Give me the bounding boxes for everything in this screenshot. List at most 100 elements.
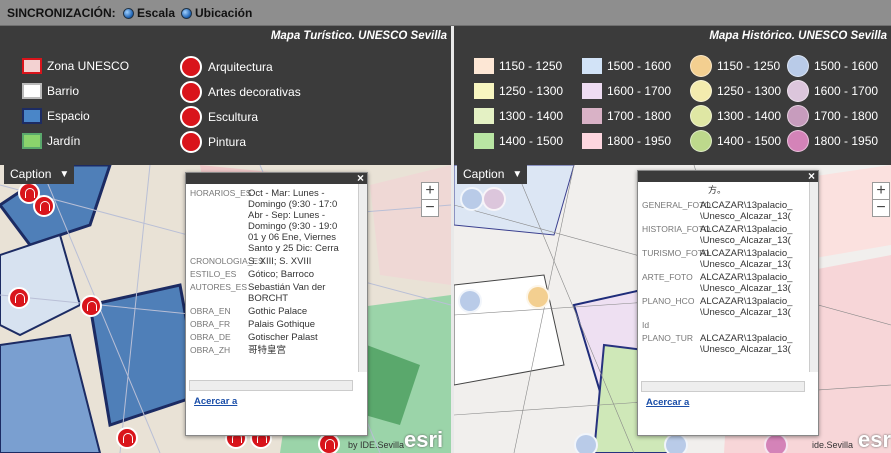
- zoom-out-button[interactable]: −: [421, 199, 439, 217]
- caption-label: Caption: [10, 167, 52, 181]
- period-circle-icon: [787, 130, 809, 152]
- popup-key: HORARIOS_ES: [190, 188, 252, 198]
- zoom-to-link[interactable]: Acercar a: [194, 396, 237, 407]
- popup-row: GENERAL_FOTO ALCAZAR\13palacio_ \Unesco_A…: [638, 199, 810, 223]
- sync-option-escala[interactable]: Escala: [123, 6, 175, 20]
- popup-row: HISTORIA_FOTO ALCAZAR\13palacio_ \Unesco_…: [638, 223, 810, 247]
- zoom-in-button[interactable]: +: [421, 182, 439, 200]
- arch-icon: [180, 56, 202, 78]
- historic-marker[interactable]: [764, 433, 788, 453]
- legend-item: 1500 - 1600: [787, 55, 878, 77]
- popup-key: Id: [642, 320, 650, 330]
- caption-toggle[interactable]: Caption ▼: [457, 164, 527, 184]
- historic-marker[interactable]: [482, 187, 506, 211]
- popup-value: Sebastián Van der BORCHT: [248, 282, 326, 304]
- popup-row: OBRA_EN Gothic Palace: [186, 305, 358, 318]
- popup-scrollbar[interactable]: [358, 184, 367, 372]
- painting-marker[interactable]: [33, 195, 55, 217]
- sync-option-ubicacion[interactable]: Ubicación: [181, 6, 252, 20]
- period-circle-icon: [787, 105, 809, 127]
- legend-item: 1600 - 1700: [787, 80, 878, 102]
- popup-hscrollbar[interactable]: [641, 381, 805, 392]
- decorative-arts-marker[interactable]: [8, 287, 30, 309]
- period-swatch: [582, 108, 602, 124]
- zoom-in-button[interactable]: +: [872, 182, 890, 200]
- period-swatch: [474, 58, 494, 74]
- radio-icon: [181, 7, 192, 19]
- historic-marker[interactable]: [458, 289, 482, 313]
- period-circle-icon: [787, 55, 809, 77]
- legend-label: Pintura: [208, 135, 247, 149]
- popup-value: Gotischer Palast: [248, 332, 318, 343]
- period-circle-icon: [690, 80, 712, 102]
- historic-marker[interactable]: [460, 187, 484, 211]
- historic-marker[interactable]: [574, 433, 598, 453]
- popup-scrollbar[interactable]: [809, 182, 818, 372]
- popup-row: ARTE_FOTO ALCAZAR\13palacio_ \Unesco_Alca…: [638, 271, 810, 295]
- popup-value: S. XIII; S. XVIII: [248, 256, 312, 267]
- popup-row: Id: [638, 319, 810, 332]
- legend-item: 1400 - 1500: [690, 130, 781, 152]
- legend-label: Jardín: [47, 134, 81, 148]
- historic-marker[interactable]: [526, 285, 550, 309]
- legend-item: 1150 - 1250: [690, 55, 780, 77]
- legend-label: Arquitectura: [208, 60, 273, 74]
- close-icon[interactable]: ×: [357, 171, 364, 185]
- popup-key: GENERAL_FOTO: [642, 200, 711, 210]
- popup-header: ×: [186, 171, 367, 185]
- close-icon[interactable]: ×: [808, 169, 815, 183]
- legend-item: 1400 - 1500: [474, 133, 563, 149]
- historic-marker[interactable]: [664, 433, 688, 453]
- popup-row: HORARIOS_ES Oct - Mar: Lunes - Domingo (9…: [186, 187, 358, 255]
- architecture-marker[interactable]: [318, 433, 340, 453]
- popup-key: OBRA_ZH: [190, 345, 231, 355]
- architecture-marker[interactable]: [80, 295, 102, 317]
- popup-key: OBRA_DE: [190, 332, 231, 342]
- legend-item: 1300 - 1400: [690, 105, 781, 127]
- popup-top-text: 方。: [708, 185, 727, 195]
- legend-label: 1800 - 1950: [607, 134, 672, 148]
- historic-legend: Mapa Histórico. UNESCO Sevilla 1150 - 12…: [454, 26, 891, 165]
- sync-bar: SINCRONIZACIÓN: Escala Ubicación: [0, 0, 891, 26]
- period-swatch: [582, 83, 602, 99]
- legend-label: 1300 - 1400: [499, 109, 564, 123]
- popup-key: HISTORIA_FOTO: [642, 224, 711, 234]
- zoom-to-link[interactable]: Acercar a: [646, 397, 689, 408]
- legend-item: Jardín: [22, 133, 80, 149]
- caption-toggle[interactable]: Caption ▼: [4, 164, 74, 184]
- popup-row: ESTILO_ES Gótico; Barroco: [186, 268, 358, 281]
- legend-label: 1250 - 1300: [717, 84, 782, 98]
- sync-option-label: Ubicación: [195, 6, 253, 20]
- legend-label: 1500 - 1600: [607, 59, 672, 73]
- legend-label: Espacio: [47, 109, 90, 123]
- attribution: ide.Sevilla: [812, 440, 854, 450]
- popup-row: OBRA_FR Palais Gothique: [186, 318, 358, 331]
- popup-value: Gótico; Barroco: [248, 269, 314, 280]
- popup-value: ALCAZAR\13palacio_ \Unesco_Alcazar_13(: [700, 272, 793, 294]
- sync-title: SINCRONIZACIÓN:: [7, 6, 116, 20]
- zoom-out-button[interactable]: −: [872, 199, 890, 217]
- legend-label: Zona UNESCO: [47, 59, 130, 73]
- popup-key: PLANO_HCO: [642, 296, 695, 306]
- popup-value: Palais Gothique: [248, 319, 316, 330]
- legend-item: 1800 - 1950: [787, 130, 878, 152]
- popup-value: ALCAZAR\13palacio_ \Unesco_Alcazar_13(: [700, 200, 793, 222]
- legend-label: 1400 - 1500: [499, 134, 564, 148]
- period-circle-icon: [690, 105, 712, 127]
- legend-item: 1800 - 1950: [582, 133, 671, 149]
- period-swatch: [582, 58, 602, 74]
- popup-hscrollbar[interactable]: [189, 380, 353, 391]
- period-circle-icon: [690, 55, 712, 77]
- popup-row: OBRA_DE Gotischer Palast: [186, 331, 358, 344]
- legend-label: 1500 - 1600: [814, 59, 879, 73]
- legend-label: Barrio: [47, 84, 80, 98]
- triangle-down-icon: ▼: [512, 168, 523, 180]
- legend-item: 1300 - 1400: [474, 108, 563, 124]
- architecture-marker[interactable]: [116, 427, 138, 449]
- period-circle-icon: [787, 80, 809, 102]
- radio-icon: [123, 7, 134, 19]
- sync-option-label: Escala: [137, 6, 176, 20]
- popup-key: AUTORES_ES: [190, 282, 248, 292]
- legend-item: Artes decorativas: [180, 81, 301, 103]
- period-swatch: [474, 108, 494, 124]
